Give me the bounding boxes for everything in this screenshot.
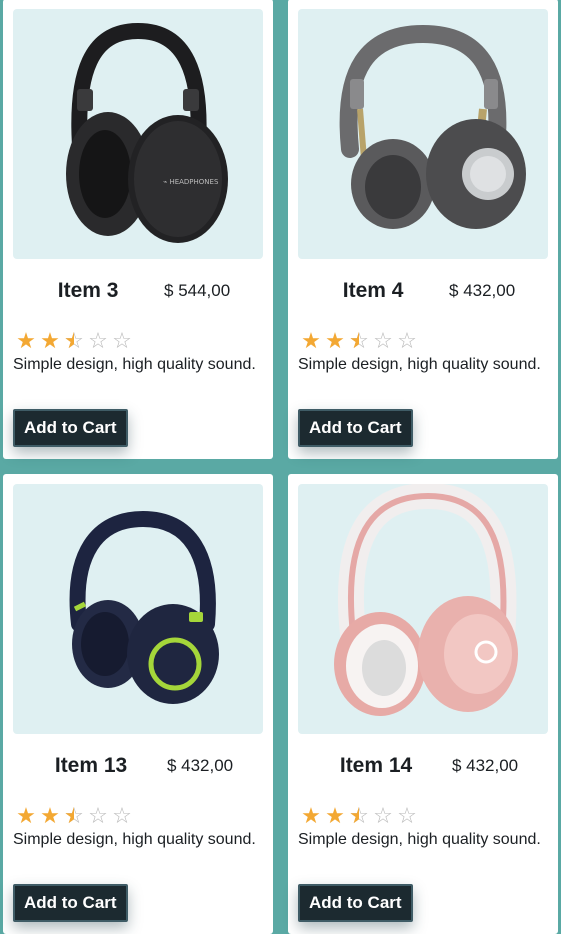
product-image-gray-gold-headphones[interactable] [298, 9, 548, 259]
product-description: Simple design, high quality sound. [13, 356, 256, 373]
star-empty-icon: ☆ [373, 328, 393, 353]
star-filled-icon: ★ [16, 803, 36, 828]
product-name: Item 3 [57, 279, 119, 302]
rating-stars: ★ ★ ☆ ☆ ☆ [14, 328, 134, 354]
product-price: $ 432,00 [451, 756, 519, 775]
rating-stars: ★ ★ ☆ ☆ ☆ [299, 328, 419, 354]
star-empty-icon: ☆ [397, 328, 417, 353]
product-card: ⌁ HEADPHONES Item 3 $ 544,00 ★ ★ ☆ ☆ ☆ S… [3, 0, 273, 459]
star-empty-icon: ☆ [397, 803, 417, 828]
product-card: Item 4 $ 432,00 ★ ★ ☆ ☆ ☆ Simple design,… [288, 0, 558, 459]
add-to-cart-button[interactable]: Add to Cart [298, 409, 413, 447]
product-image-navy-lime-headphones[interactable] [13, 484, 263, 734]
product-grid: ⌁ HEADPHONES Item 3 $ 544,00 ★ ★ ☆ ☆ ☆ S… [3, 0, 558, 934]
product-price: $ 544,00 [164, 281, 231, 300]
product-name: Item 4 [342, 279, 404, 302]
product-price: $ 432,00 [449, 281, 516, 300]
product-price: $ 432,00 [166, 756, 234, 775]
add-to-cart-button[interactable]: Add to Cart [298, 884, 413, 922]
product-description: Simple design, high quality sound. [298, 356, 541, 373]
star-half-icon: ☆ [62, 329, 86, 354]
star-filled-icon: ★ [301, 328, 321, 353]
star-filled-icon: ★ [40, 803, 60, 828]
svg-text:⌁ HEADPHONES: ⌁ HEADPHONES [163, 178, 219, 186]
star-empty-icon: ☆ [373, 803, 393, 828]
rating-stars: ★ ★ ☆ ☆ ☆ [14, 803, 134, 829]
product-card: Item 13 $ 432,00 ★ ★ ☆ ☆ ☆ Simple design… [3, 474, 273, 934]
star-filled-icon: ★ [301, 803, 321, 828]
product-image-black-headphones[interactable]: ⌁ HEADPHONES [13, 9, 263, 259]
star-empty-icon: ☆ [88, 328, 108, 353]
product-description: Simple design, high quality sound. [13, 831, 256, 848]
product-description: Simple design, high quality sound. [298, 831, 541, 848]
star-filled-icon: ★ [16, 328, 36, 353]
star-empty-icon: ☆ [112, 328, 132, 353]
product-image-pink-white-headphones[interactable] [298, 484, 548, 734]
add-to-cart-button[interactable]: Add to Cart [13, 409, 128, 447]
product-card: Item 14 $ 432,00 ★ ★ ☆ ☆ ☆ Simple design… [288, 474, 558, 934]
star-filled-icon: ★ [325, 803, 345, 828]
rating-stars: ★ ★ ☆ ☆ ☆ [299, 803, 419, 829]
star-filled-icon: ★ [40, 328, 60, 353]
star-half-icon: ☆ [347, 804, 371, 829]
star-empty-icon: ☆ [112, 803, 132, 828]
star-empty-icon: ☆ [88, 803, 108, 828]
star-half-icon: ☆ [347, 329, 371, 354]
add-to-cart-button[interactable]: Add to Cart [13, 884, 128, 922]
star-filled-icon: ★ [325, 328, 345, 353]
product-name: Item 14 [339, 754, 413, 777]
star-half-icon: ☆ [62, 804, 86, 829]
product-name: Item 13 [54, 754, 128, 777]
